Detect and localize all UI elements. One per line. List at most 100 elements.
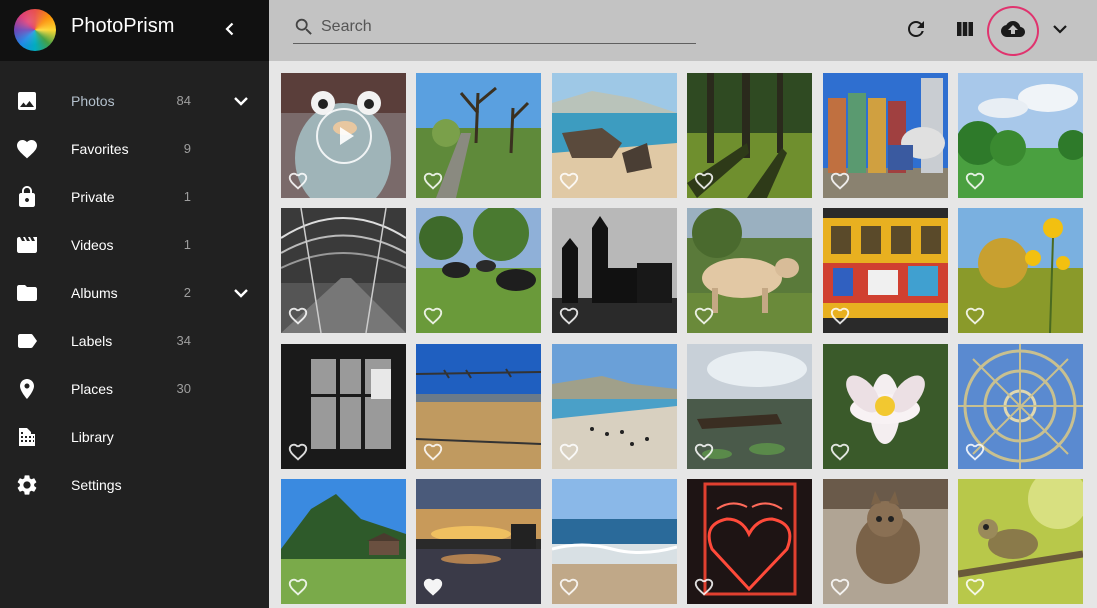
app-title: PhotoPrism [71,15,175,37]
cloud-upload-icon[interactable] [1001,17,1025,41]
favorite-toggle-icon[interactable] [422,441,444,463]
sidebar-item-places[interactable]: Places 30 [0,365,269,413]
sidebar-nav: Photos 84 Favorites 9 Private 1 Videos 1 [0,77,269,509]
top-toolbar [269,0,1097,61]
photo-tile[interactable] [687,344,812,469]
brand-header: PhotoPrism [0,0,269,61]
gear-icon [17,475,37,495]
favorite-toggle-icon[interactable] [829,305,851,327]
sidebar-item-count: 1 [183,237,191,252]
sidebar-item-favorites[interactable]: Favorites 9 [0,125,269,173]
folder-icon [17,285,37,301]
sidebar-item-videos[interactable]: Videos 1 [0,221,269,269]
sidebar-item-count: 9 [183,141,191,156]
favorite-toggle-icon[interactable] [422,576,444,598]
sidebar-item-label: Library [71,429,114,445]
collapse-sidebar-button[interactable] [218,16,242,42]
photo-tile[interactable] [416,73,541,198]
photo-tile[interactable] [281,73,406,198]
photo-tile[interactable] [823,344,948,469]
search-input[interactable] [321,15,681,39]
favorite-toggle-icon[interactable] [693,305,715,327]
sidebar-item-private[interactable]: Private 1 [0,173,269,221]
photo-tile[interactable] [823,479,948,604]
sidebar-item-label: Private [71,189,115,205]
sidebar-item-label: Photos [71,93,115,109]
sidebar-item-albums[interactable]: Albums 2 [0,269,269,317]
favorite-toggle-icon[interactable] [964,305,986,327]
photo-tile[interactable] [958,73,1083,198]
sidebar-item-label: Places [71,381,114,397]
sidebar-item-count: 30 [176,381,191,396]
favorite-toggle-icon[interactable] [287,576,309,598]
sidebar-item-labels[interactable]: Labels 34 [0,317,269,365]
photo-tile[interactable] [416,344,541,469]
photo-tile[interactable] [281,208,406,333]
favorite-toggle-icon[interactable] [287,441,309,463]
sidebar-item-label: Albums [71,285,118,301]
favorite-toggle-icon[interactable] [287,305,309,327]
favorite-toggle-icon[interactable] [829,441,851,463]
chevron-left-icon [225,22,234,36]
sidebar-item-label: Labels [71,333,113,349]
favorite-toggle-icon[interactable] [693,170,715,192]
image-icon [18,92,36,110]
chevron-down-icon[interactable] [229,281,253,305]
sidebar-item-settings[interactable]: Settings [0,461,269,509]
sidebar-item-count: 1 [183,189,191,204]
favorite-toggle-icon[interactable] [693,576,715,598]
favorite-toggle-icon[interactable] [558,305,580,327]
photo-tile[interactable] [552,73,677,198]
sidebar-item-count: 84 [176,93,191,108]
photo-tile[interactable] [416,479,541,604]
sidebar-item-count: 2 [183,285,191,300]
sidebar-item-photos[interactable]: Photos 84 [0,77,269,125]
sidebar: PhotoPrism Photos 84 Favorites 9 Private… [0,0,269,608]
photo-tile[interactable] [281,479,406,604]
favorite-toggle-icon[interactable] [964,441,986,463]
favorite-toggle-icon[interactable] [558,170,580,192]
sidebar-item-label: Settings [71,477,122,493]
app-logo[interactable] [14,9,56,51]
favorite-toggle-icon[interactable] [829,170,851,192]
search-icon [295,18,312,35]
app-window: PhotoPrism Photos 84 Favorites 9 Private… [0,0,1097,608]
view-columns-icon[interactable] [953,17,977,41]
favorite-toggle-icon[interactable] [422,305,444,327]
photo-tile[interactable] [687,479,812,604]
photo-tile[interactable] [958,344,1083,469]
lock-icon [19,186,35,207]
photo-tile[interactable] [823,208,948,333]
search-field[interactable] [293,12,696,44]
favorite-toggle-icon[interactable] [422,170,444,192]
sidebar-item-label: Videos [71,237,114,253]
favorite-toggle-icon[interactable] [829,576,851,598]
place-icon [20,379,34,399]
photo-tile[interactable] [958,479,1083,604]
chevron-down-icon[interactable] [1048,17,1072,41]
chevron-down-icon[interactable] [229,89,253,113]
favorite-toggle-icon[interactable] [558,576,580,598]
photo-tile[interactable] [552,208,677,333]
play-video-icon[interactable] [316,108,372,164]
library-icon [19,428,35,446]
favorite-toggle-icon[interactable] [693,441,715,463]
refresh-icon[interactable] [904,17,928,41]
heart-icon [17,140,37,159]
photo-tile[interactable] [552,344,677,469]
photo-tile[interactable] [687,73,812,198]
label-icon [18,334,37,348]
movie-icon [17,237,37,253]
sidebar-item-label: Favorites [71,141,129,157]
photo-tile[interactable] [552,479,677,604]
photo-tile[interactable] [416,208,541,333]
photo-tile[interactable] [281,344,406,469]
sidebar-item-library[interactable]: Library [0,413,269,461]
favorite-toggle-icon[interactable] [287,170,309,192]
favorite-toggle-icon[interactable] [558,441,580,463]
photo-tile[interactable] [958,208,1083,333]
favorite-toggle-icon[interactable] [964,576,986,598]
photo-tile[interactable] [823,73,948,198]
photo-tile[interactable] [687,208,812,333]
favorite-toggle-icon[interactable] [964,170,986,192]
